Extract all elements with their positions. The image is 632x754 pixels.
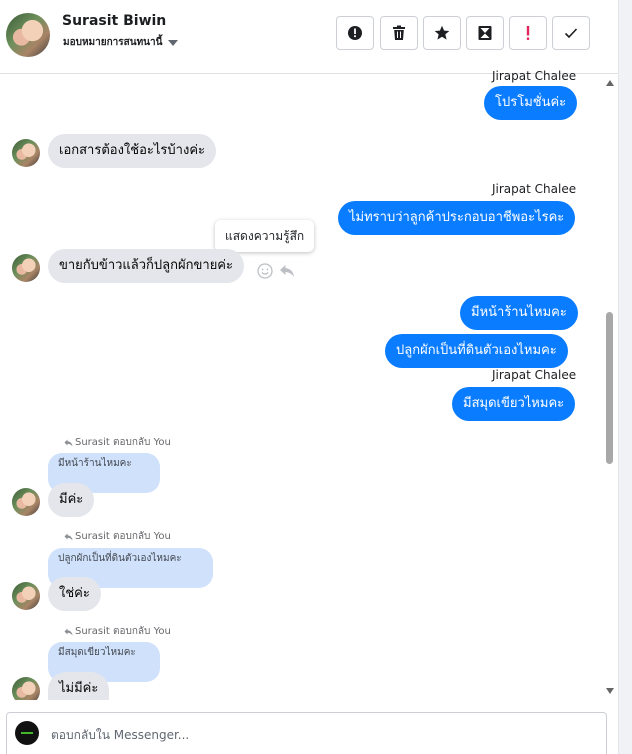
outgoing-message[interactable]: มีหน้าร้านไหมคะ (460, 296, 578, 330)
page-avatar (15, 721, 39, 745)
outgoing-message[interactable]: มีสมุดเขียวไหมคะ (452, 387, 576, 421)
incoming-message[interactable]: เอกสารต้องใช้อะไรบ้างค่ะ (48, 134, 216, 168)
contact-avatar-small[interactable] (12, 254, 40, 282)
react-tooltip: แสดงความรู้สึก (215, 220, 315, 252)
sender-name: Jirapat Chalee (492, 368, 577, 382)
archive-icon (478, 26, 492, 40)
contact-avatar[interactable] (6, 13, 50, 57)
check-icon (564, 28, 578, 39)
assign-conversation-label: มอบหมายการสนทนานี้ (63, 37, 163, 48)
smiley-icon[interactable] (256, 262, 274, 280)
reply-meta-text: Surasit ตอบกลับ You (75, 437, 171, 448)
alert-circle-icon (348, 26, 362, 40)
reply-composer[interactable]: ตอบกลับใน Messenger... (6, 712, 607, 754)
scrollbar-thumb[interactable] (606, 312, 613, 464)
sender-name: Jirapat Chalee (492, 69, 577, 83)
reply-meta: Surasit ตอบกลับ You (64, 529, 171, 544)
reply-icon[interactable] (278, 262, 296, 280)
scroll-up-arrow-icon[interactable] (606, 80, 614, 86)
thread-scrollbar[interactable] (604, 74, 616, 700)
sender-name: Jirapat Chalee (492, 182, 577, 196)
contact-avatar-small[interactable] (12, 582, 40, 610)
delete-button[interactable] (380, 16, 418, 50)
thread-divider (0, 700, 604, 712)
archive-button[interactable] (466, 16, 504, 50)
incoming-message[interactable]: ขายกับข้าวแล้วก็ปลูกผักขายค่ะ (48, 249, 244, 283)
star-icon (434, 25, 450, 40)
outgoing-message[interactable]: โปรโมชั่นค่ะ (484, 86, 578, 120)
chevron-down-icon (168, 40, 179, 46)
assign-conversation-dropdown[interactable]: มอบหมายการสนทนานี้ (63, 35, 179, 50)
contact-avatar-small[interactable] (12, 139, 40, 167)
scroll-down-arrow-icon[interactable] (606, 688, 614, 694)
reply-arrow-icon (64, 533, 73, 540)
incoming-message[interactable]: มีค่ะ (48, 483, 95, 517)
contact-name[interactable]: Surasit Biwin (62, 13, 166, 29)
report-button[interactable] (336, 16, 374, 50)
exclamation-icon (526, 26, 530, 40)
done-button[interactable] (552, 16, 590, 50)
page-scroll-edge (618, 0, 632, 754)
reply-meta: Surasit ตอบกลับ You (64, 624, 171, 639)
incoming-message[interactable]: ใช่ค่ะ (48, 577, 101, 611)
trash-icon (393, 25, 405, 40)
contact-avatar-small[interactable] (12, 488, 40, 516)
star-button[interactable] (423, 16, 461, 50)
reply-arrow-icon (64, 628, 73, 635)
reply-arrow-icon (64, 439, 73, 446)
outgoing-message[interactable]: ปลูกผักเป็นที่ดินตัวเองไหมคะ (385, 334, 568, 368)
reply-meta-text: Surasit ตอบกลับ You (75, 531, 171, 542)
conversation-header: Surasit Biwin มอบหมายการสนทนานี้ (0, 0, 618, 74)
reply-meta-text: Surasit ตอบกลับ You (75, 626, 171, 637)
reply-meta: Surasit ตอบกลับ You (64, 435, 171, 450)
important-button[interactable] (509, 16, 547, 50)
reply-input[interactable]: ตอบกลับใน Messenger... (51, 726, 189, 745)
incoming-message[interactable]: ไม่มีค่ะ (48, 672, 110, 700)
outgoing-message[interactable]: ไม่ทราบว่าลูกค้าประกอบอาชีพอะไรคะ (338, 201, 576, 235)
